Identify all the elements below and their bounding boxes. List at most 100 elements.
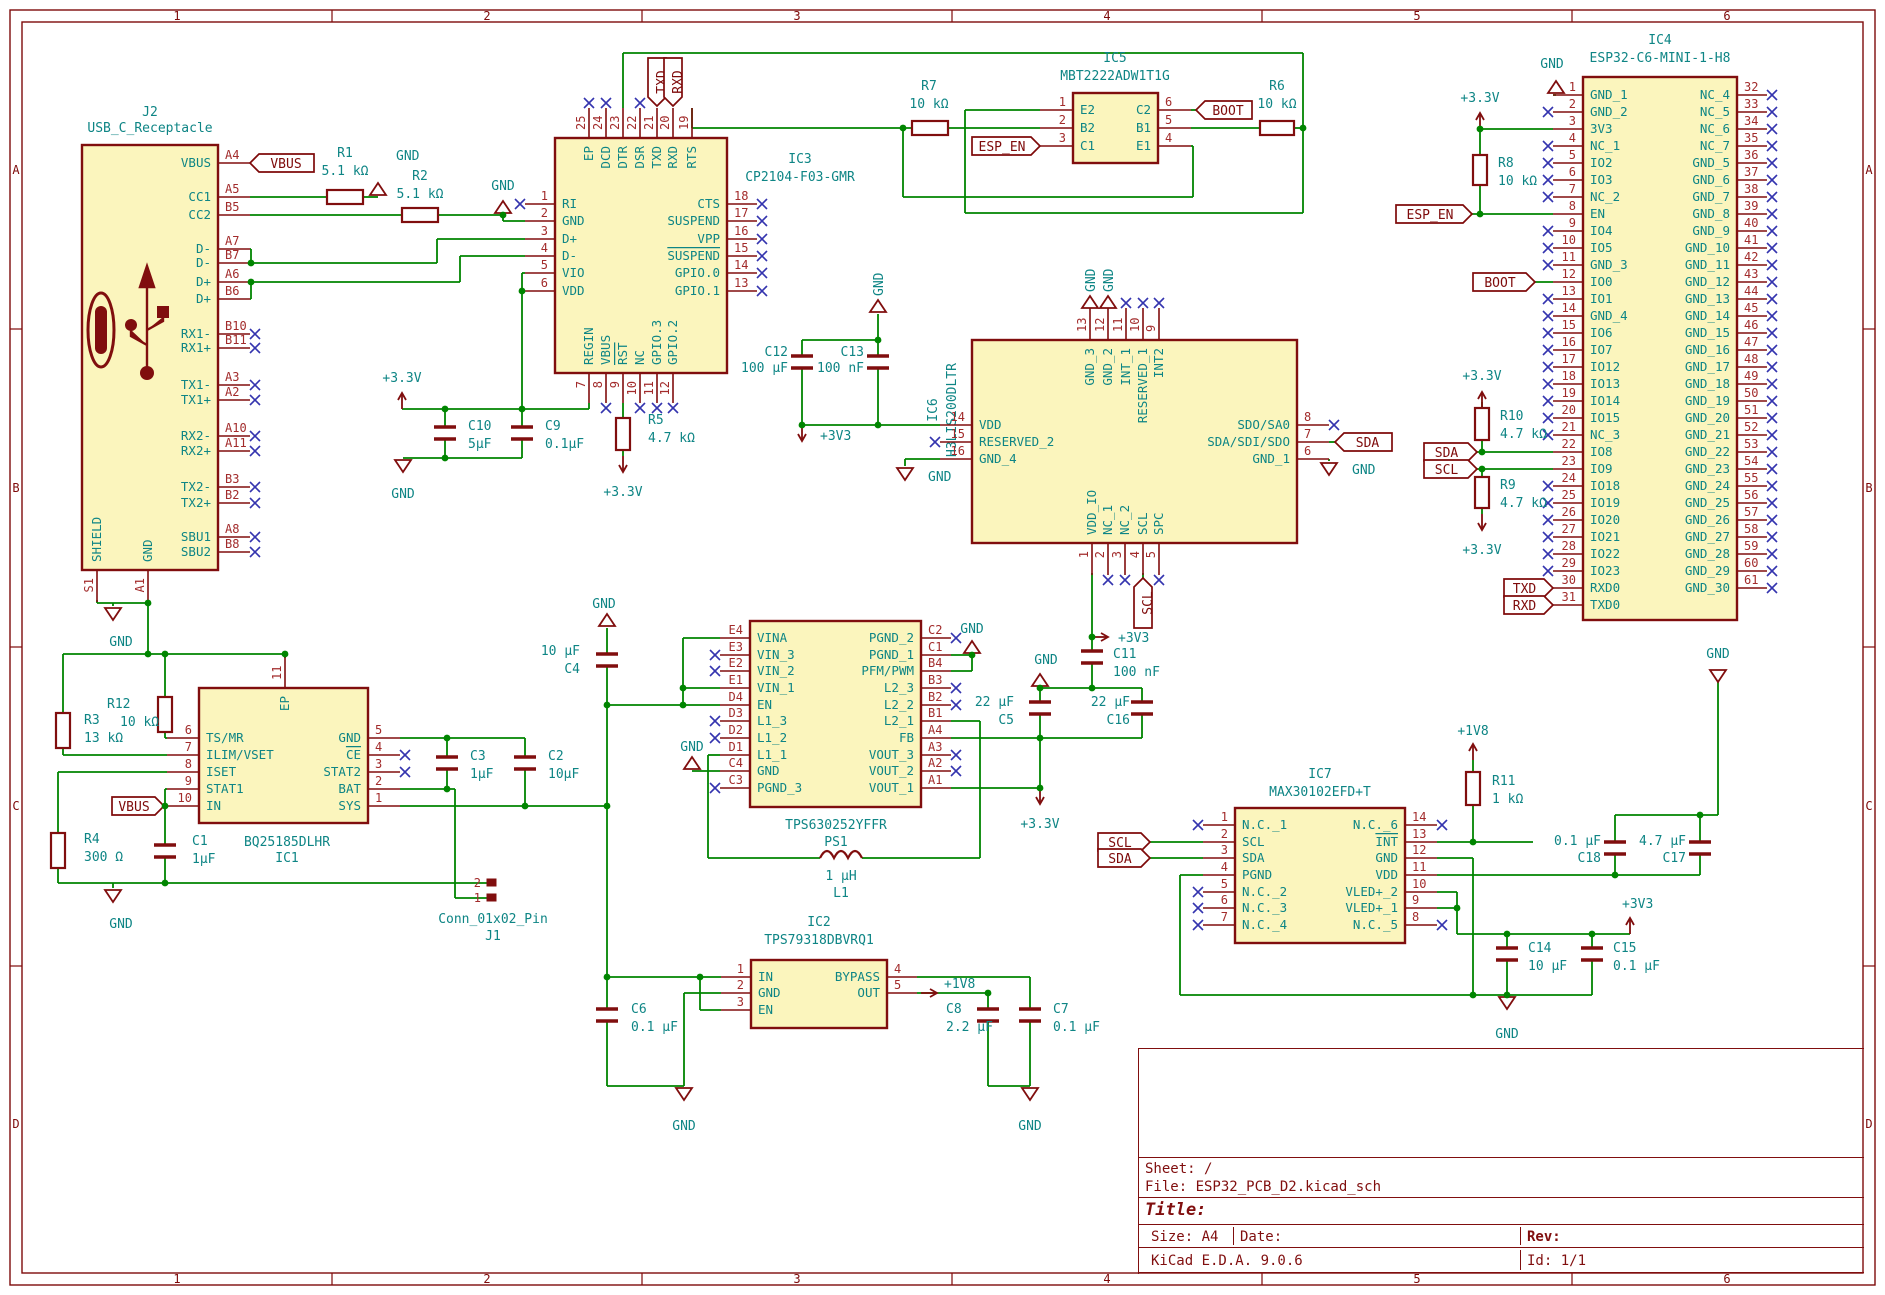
net-label-vbus[interactable]: VBUS (250, 154, 314, 172)
net-label-txd[interactable]: TXD (1504, 579, 1553, 597)
component-ic6[interactable]: IC6H3LIS200DLTR14VDD15RESERVED_216GND_48… (926, 298, 1339, 585)
capacitor-c7[interactable]: C70.1 µF (1019, 1002, 1100, 1035)
net-label-vbus[interactable]: VBUS (112, 797, 164, 815)
resistor-body[interactable] (158, 697, 172, 732)
net-label-boot[interactable]: BOOT (1473, 273, 1535, 291)
resistor-r12[interactable]: R1210 kΩ (107, 697, 172, 732)
resistor-body[interactable] (1475, 408, 1489, 440)
capacitor-c10[interactable]: C105µF (434, 419, 492, 452)
resistor-r5[interactable]: R54.7 kΩ (616, 413, 695, 450)
pin-name: VBUS (181, 155, 211, 170)
pin-name: GND_7 (1692, 189, 1730, 204)
net-label-rxd[interactable]: RXD (1504, 596, 1553, 614)
component-ic5[interactable]: IC5MBT2222ADW1T1G1E22B23C16C25B14E1 (1040, 51, 1191, 163)
ref-designator: C18 (1578, 851, 1601, 866)
pin-name: VDD_IO (1084, 490, 1099, 535)
resistor-body[interactable] (1260, 121, 1294, 135)
ref-designator: J1 (485, 929, 501, 944)
pin-name: IN (758, 969, 773, 984)
pin-name: N.C._2 (1242, 884, 1287, 899)
resistor-body[interactable] (402, 208, 438, 222)
resistor-r2[interactable]: R25.1 kΩ (397, 169, 444, 222)
pin-name: RX1+ (181, 340, 211, 355)
resistor-body[interactable] (912, 121, 948, 135)
capacitor-c2[interactable]: C210µF (514, 749, 579, 782)
net-label-boot[interactable]: BOOT (1196, 101, 1252, 119)
component-j2[interactable]: J2USB_C_ReceptacleA4VBUSA5CC1B5CC2A7D-B7… (82, 105, 260, 602)
net-label-sda[interactable]: SDA (1098, 849, 1150, 867)
pin-name: VIN_3 (757, 647, 795, 662)
capacitor-c1[interactable]: C11µF (154, 834, 216, 867)
resistor-body[interactable] (327, 190, 363, 204)
resistor-body[interactable] (51, 833, 65, 868)
component-ic2[interactable]: IC2TPS79318DBVRQ11IN2GND3EN4BYPASS5OUT (721, 915, 917, 1028)
component-ic4[interactable]: IC4ESP32-C6-MINI-1-H81GND_12GND_233V34NC… (1543, 33, 1777, 620)
pin-name: IO20 (1590, 512, 1620, 527)
pin-name: NC_1 (1100, 505, 1115, 535)
net-label-scl[interactable]: SCL (1424, 460, 1477, 478)
connector-pad[interactable] (487, 894, 496, 901)
wire-junction (1504, 992, 1511, 999)
resistor-r7[interactable]: R710 kΩ (909, 79, 948, 135)
resistor-body[interactable] (56, 713, 70, 748)
component-value: 300 Ω (84, 850, 123, 865)
gnd-symbol: GND (1082, 268, 1099, 308)
capacitor-c6[interactable]: C60.1 µF (596, 1002, 678, 1035)
pin-name: VBUS (598, 335, 613, 365)
capacitor-c8[interactable]: C82.2 µF (946, 1002, 999, 1035)
gnd-triangle (870, 300, 886, 312)
net-label-sda[interactable]: SDA (1424, 443, 1477, 461)
gnd-triangle (964, 641, 980, 653)
pin-number: E4 (729, 623, 743, 637)
pin-number: 25 (574, 116, 588, 130)
gnd-symbol: GND (391, 460, 415, 502)
resistor-r3[interactable]: R313 kΩ (56, 713, 123, 748)
net-label-esp_en[interactable]: ESP_EN (1396, 205, 1472, 223)
capacitor-c3[interactable]: C31µF (436, 749, 494, 782)
frame-row-label: D (12, 1117, 19, 1131)
pin-number: 46 (1744, 318, 1758, 332)
wire-junction (1454, 905, 1461, 912)
resistor-r10[interactable]: R104.7 kΩ (1475, 408, 1547, 442)
resistor-body[interactable] (1473, 155, 1487, 185)
pin-number: 47 (1744, 335, 1758, 349)
inductor-l1[interactable]: 1 µHL1 (820, 851, 862, 901)
pin-name: IO1 (1590, 291, 1613, 306)
net-label-rxd[interactable]: RXD (664, 58, 686, 106)
net-label-esp_en[interactable]: ESP_EN (972, 137, 1040, 155)
resistor-body[interactable] (1466, 772, 1480, 805)
ref-designator: R7 (921, 79, 937, 94)
component-ic3[interactable]: IC3CP2104-F03-GMR1RI2GND3D+4D-5VIO6VDD18… (515, 98, 855, 413)
power-net-label: GND (391, 487, 415, 502)
pin-name: IO3 (1590, 172, 1613, 187)
connector-pad[interactable] (487, 879, 496, 886)
component-ic7[interactable]: IC7MAX30102EFD+T1N.C._12SCL3SDA4PGND5N.C… (1193, 767, 1447, 943)
resistor-body[interactable] (1475, 477, 1489, 508)
resistor-body[interactable] (616, 418, 630, 450)
resistor-r9[interactable]: R94.7 kΩ (1475, 477, 1547, 511)
pin-number: 12 (658, 381, 672, 395)
pin-number: 15 (734, 241, 748, 255)
pin-name: DCD (598, 146, 613, 169)
resistor-r4[interactable]: R4300 Ω (51, 832, 123, 868)
pin-name: L1_3 (757, 713, 787, 728)
frame-column-label: 3 (793, 1272, 800, 1286)
resistor-r6[interactable]: R610 kΩ (1257, 79, 1296, 135)
resistor-r8[interactable]: R810 kΩ (1473, 155, 1537, 189)
capacitor-c16[interactable]: 22 µFC16 (1091, 695, 1153, 728)
power-arrow-3v3: +3V3 (1622, 897, 1653, 934)
component-value: 0.1µF (545, 437, 584, 452)
pin-number: 17 (734, 206, 748, 220)
resistor-r1[interactable]: R15.1 kΩ (322, 146, 369, 204)
pin-number: 31 (1562, 590, 1576, 604)
inductor-coil[interactable] (820, 851, 862, 858)
net-label-scl[interactable]: SCL (1134, 578, 1156, 628)
wire-junction (519, 288, 526, 295)
pin-number: 6 (1304, 444, 1311, 458)
ref-designator: C4 (564, 662, 580, 677)
component-ps1[interactable]: PS1TPS630252YFFRE4VINAE3VIN_3E2VIN_2E1VI… (710, 621, 961, 850)
file-name: File: ESP32_PCB_D2.kicad_sch (1145, 1178, 1858, 1196)
resistor-r11[interactable]: R111 kΩ (1466, 772, 1523, 807)
power-net-label: +3.3V (1020, 817, 1059, 832)
net-label-sda[interactable]: SDA (1335, 433, 1392, 451)
